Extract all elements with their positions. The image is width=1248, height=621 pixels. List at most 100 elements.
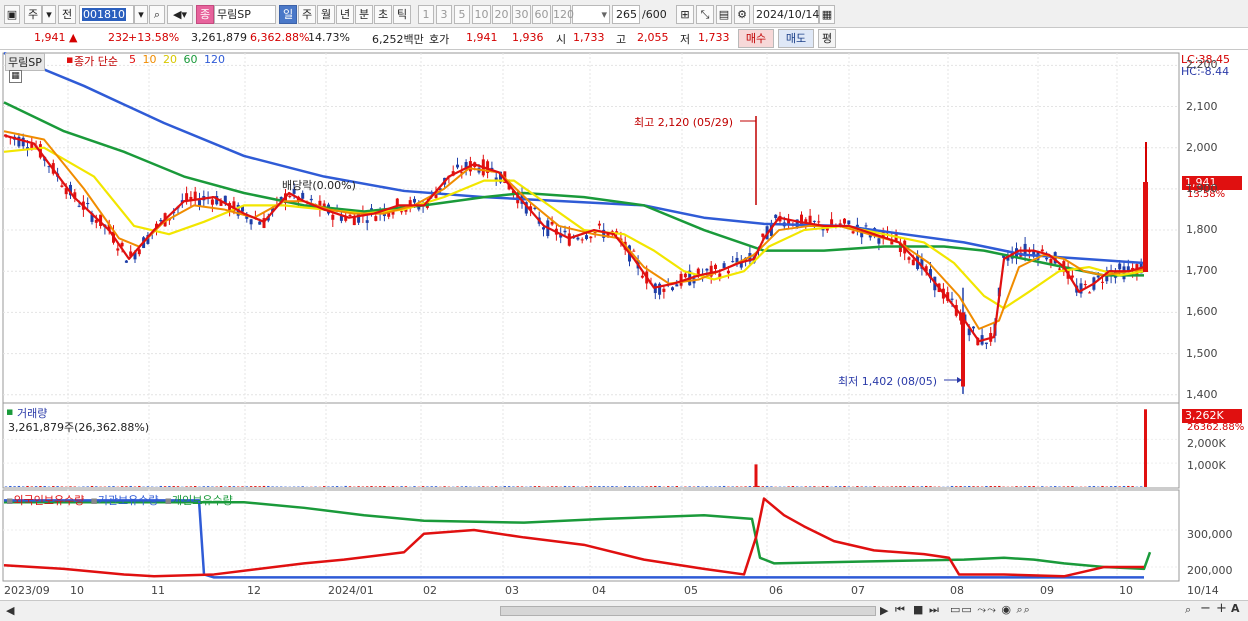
volume-bar: [374, 486, 377, 487]
volume-ytick-2000k: 2,000K: [1187, 437, 1226, 450]
candle-body: [726, 270, 730, 274]
sell-button[interactable]: 매도: [778, 29, 814, 48]
window-menu-icon[interactable]: ▣: [4, 5, 20, 24]
price-ytick: 2,100: [1186, 99, 1218, 113]
candle-body: [662, 288, 666, 292]
volume-bar: [826, 485, 829, 487]
x-axis-label: 08: [950, 584, 964, 597]
volume-bar: [1088, 486, 1091, 487]
buy-button[interactable]: 매수: [738, 29, 774, 48]
volume-bar: [735, 486, 739, 487]
x-axis-label: 02: [423, 584, 437, 597]
volume-bar: [69, 486, 72, 487]
settings-icon[interactable]: ⚙: [734, 5, 750, 24]
interval-tab-10[interactable]: 10: [472, 5, 491, 24]
volume-bar: [378, 486, 382, 487]
jump-last-icon[interactable]: ⏭: [929, 603, 939, 617]
volume-bar: [615, 486, 618, 487]
volume-bar: [194, 486, 197, 487]
timeframe-tab-4[interactable]: 분: [355, 5, 373, 24]
last-candle-body: [1143, 182, 1148, 272]
chart-area[interactable]: [0, 50, 1248, 600]
candle-body: [124, 260, 128, 263]
scroll-left-icon[interactable]: ◀: [6, 604, 14, 617]
timeframe-tab-2[interactable]: 월: [317, 5, 335, 24]
zoom-out-icon[interactable]: ⌕: [1185, 603, 1191, 617]
timeframe-tab-3[interactable]: 년: [336, 5, 354, 24]
ma-legend-10: 10: [142, 53, 160, 66]
period-tab-2[interactable]: 전: [58, 5, 76, 24]
interval-tab-1[interactable]: 1: [418, 5, 434, 24]
volume-bar: [146, 486, 150, 487]
candle-body: [542, 227, 545, 230]
table-icon[interactable]: ▦: [9, 70, 22, 83]
period-dropdown-icon[interactable]: ▾: [42, 5, 56, 24]
candle-body: [864, 225, 868, 227]
volume-bar: [254, 486, 257, 487]
stock-code-input[interactable]: 001810: [79, 5, 134, 24]
calendar-icon[interactable]: ▦: [819, 5, 835, 24]
timeframe-tab-0[interactable]: 일: [279, 5, 297, 24]
volume-bar: [585, 486, 588, 487]
auto-scale-icon[interactable]: A: [1231, 602, 1240, 615]
stock-name-field[interactable]: 무림SP: [214, 5, 276, 24]
interval-dropdown[interactable]: ▾: [572, 5, 610, 24]
interval-tab-60[interactable]: 60: [532, 5, 551, 24]
volume-bar: [202, 486, 205, 487]
sound-icon[interactable]: ◀▾: [167, 5, 193, 24]
volume-bar: [1092, 486, 1096, 487]
minus-icon[interactable]: −: [1200, 601, 1211, 616]
volume-bar: [796, 486, 799, 487]
open-label: 시: [556, 33, 567, 46]
volume-bar: [344, 485, 347, 487]
stock-label[interactable]: 무림SP: [5, 53, 45, 71]
timeframe-tab-1[interactable]: 주: [298, 5, 316, 24]
candle-body: [365, 220, 369, 223]
volume-bar: [331, 486, 334, 487]
volume-bar: [13, 486, 16, 487]
volume-bar: [301, 486, 304, 487]
save-icon[interactable]: ▤: [716, 5, 732, 24]
volume-bar: [916, 486, 919, 487]
volume-bar: [972, 486, 975, 487]
timeframe-tab-5[interactable]: 초: [374, 5, 392, 24]
code-dropdown-icon[interactable]: ▾: [134, 5, 148, 24]
interval-tab-20[interactable]: 20: [492, 5, 511, 24]
stop-icon[interactable]: ■: [913, 603, 923, 616]
draw-tool-icon[interactable]: ⤡: [696, 5, 714, 24]
jump-first-icon[interactable]: ⏮: [895, 603, 905, 617]
scroll-thumb[interactable]: [500, 606, 876, 616]
period-tab-1[interactable]: 주: [24, 5, 42, 24]
search-icon[interactable]: ⌕: [149, 5, 165, 24]
volume-bar: [697, 486, 700, 487]
view-tool-icons[interactable]: ▭▭ ⤳⤳ ◉ ⌕⌕: [950, 603, 1031, 617]
date-input[interactable]: 2024/10/14: [753, 5, 819, 24]
count-input[interactable]: 265: [612, 5, 640, 24]
timeframe-tab-6[interactable]: 틱: [393, 5, 411, 24]
volume-bar: [611, 486, 614, 487]
volume-bar: [770, 486, 773, 487]
volume-bar: [667, 486, 670, 487]
volume-bar: [959, 486, 962, 487]
volume-bar: [864, 486, 868, 487]
volume-bar: [658, 486, 661, 487]
interval-tab-30[interactable]: 30: [512, 5, 531, 24]
interval-tab-3[interactable]: 3: [436, 5, 452, 24]
volume-bar: [963, 486, 967, 487]
volume-bar: [843, 486, 846, 487]
volume-bar: [675, 486, 678, 487]
volume-bar: [813, 486, 816, 487]
volume-bar: [391, 486, 395, 487]
volume-bar: [1015, 486, 1018, 487]
grid-icon[interactable]: ⊞: [676, 5, 694, 24]
candle-body: [348, 214, 352, 217]
interval-tab-120[interactable]: 120: [552, 5, 574, 24]
candle-body: [911, 259, 915, 266]
volume-bar: [606, 486, 610, 487]
volume-bar: [159, 485, 162, 487]
eval-button[interactable]: 평: [818, 29, 836, 48]
price-change: 232: [108, 31, 129, 44]
scroll-right-icon[interactable]: ▶: [880, 604, 888, 617]
plus-icon[interactable]: +: [1216, 601, 1227, 616]
interval-tab-5[interactable]: 5: [454, 5, 470, 24]
